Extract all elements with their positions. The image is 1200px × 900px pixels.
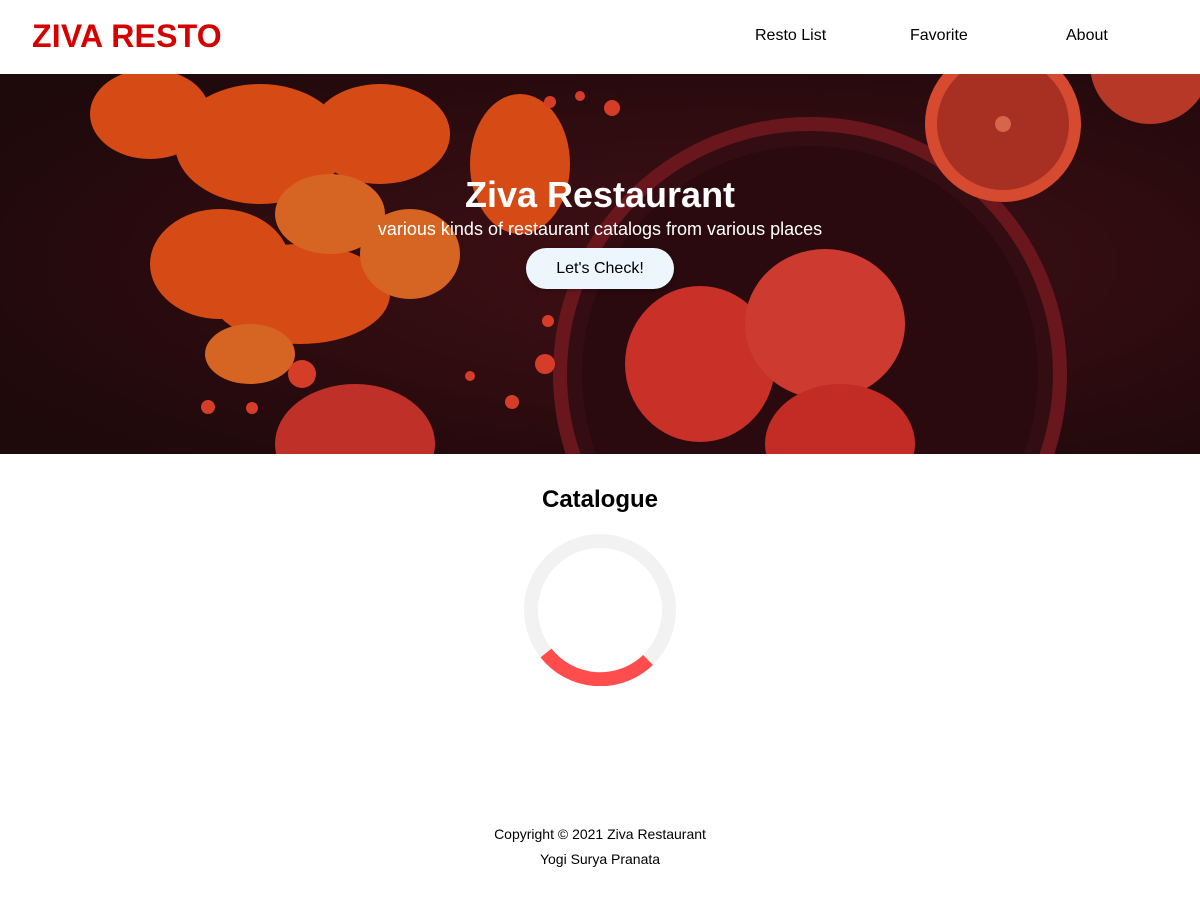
- nav-resto-list[interactable]: Resto List: [755, 27, 826, 45]
- catalogue-title: Catalogue: [541, 486, 658, 513]
- nav-favorite[interactable]: Favorite: [910, 27, 968, 45]
- hero-subtitle: various kinds of restaurant catalogs fro…: [377, 219, 823, 239]
- hero-banner: Ziva Restaurant various kinds of restaur…: [0, 74, 1200, 454]
- app-bar: ZIVA RESTO Resto List Favorite About: [0, 0, 1200, 74]
- footer: Copyright © 2021 Ziva Restaurant Yogi Su…: [0, 822, 1200, 872]
- footer-copyright: Copyright © 2021 Ziva Restaurant: [494, 826, 706, 842]
- hero-title: Ziva Restaurant: [464, 174, 736, 215]
- lets-check-button[interactable]: Let's Check!: [526, 248, 674, 289]
- nav-about[interactable]: About: [1066, 27, 1108, 45]
- footer-author: Yogi Surya Pranata: [539, 851, 661, 867]
- main-nav: Resto List Favorite About: [0, 27, 1200, 47]
- spinner-icon: [524, 534, 676, 686]
- hero-content: Ziva Restaurant various kinds of restaur…: [0, 174, 1200, 289]
